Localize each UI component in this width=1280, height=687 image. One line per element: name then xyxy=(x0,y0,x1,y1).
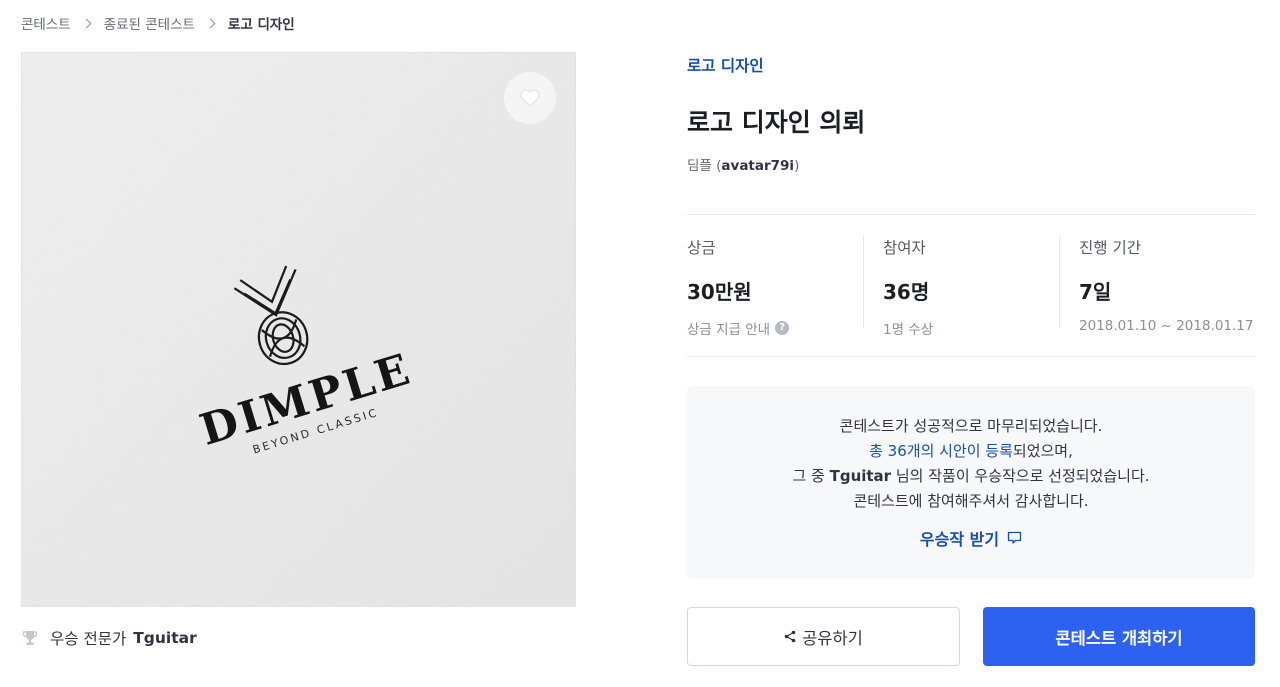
stat-period-dates: 2018.01.10 ~ 2018.01.17 xyxy=(1079,318,1254,334)
result-line: 콘테스트가 성공적으로 마무리되었습니다. xyxy=(839,417,1103,435)
entries-link[interactable]: 총 36개의 시안이 등록 xyxy=(869,442,1013,460)
breadcrumb-current: 로고 디자인 xyxy=(227,17,295,33)
stat-participants-label: 참여자 xyxy=(883,239,926,257)
trophy-icon xyxy=(22,631,38,645)
result-line: 총 36개의 시안이 등록되었으며, xyxy=(687,439,1255,464)
client-info: 딤플 (avatar79i) xyxy=(687,158,800,174)
winner-name[interactable]: Tguitar xyxy=(133,629,197,647)
winning-design-image[interactable]: DIMPLE BEYOND CLASSIC xyxy=(21,52,576,607)
result-text: 그 중 xyxy=(792,467,830,485)
chevron-right-icon xyxy=(205,18,216,28)
result-message: 콘테스트가 성공적으로 마무리되었습니다. 총 36개의 시안이 등록되었으며,… xyxy=(687,414,1255,514)
client-id: avatar79i xyxy=(721,158,795,174)
stat-prize: 상금 30만원 상금 지급 안내 ? xyxy=(687,236,790,338)
divider xyxy=(687,214,1255,215)
stat-participants-value: 36명 xyxy=(883,280,930,304)
receive-winning-work-button[interactable]: 우승작 받기 xyxy=(687,526,1255,550)
contest-category[interactable]: 로고 디자인 xyxy=(687,54,764,76)
client-name: 딤플 xyxy=(687,158,712,174)
prize-payment-guide-label: 상금 지급 안내 xyxy=(687,322,771,338)
stat-participants: 참여자 36명 1명 수상 xyxy=(883,236,933,338)
result-line: 그 중 Tguitar 님의 작품이 우승작으로 선정되었습니다. xyxy=(687,464,1255,489)
chevron-right-icon xyxy=(81,18,92,28)
share-button-label: 공유하기 xyxy=(802,628,863,648)
share-icon xyxy=(784,630,796,643)
stat-period-label: 진행 기간 xyxy=(1079,239,1141,257)
result-text: 님의 작품이 우승작으로 선정되었습니다. xyxy=(891,467,1150,485)
like-button[interactable] xyxy=(504,72,556,124)
winner-info: 우승 전문가 Tguitar xyxy=(22,626,197,650)
contest-title: 로고 디자인 의뢰 xyxy=(687,108,866,137)
result-text: 되었으며, xyxy=(1012,442,1073,460)
receive-winning-work-label: 우승작 받기 xyxy=(919,530,1000,549)
chat-icon xyxy=(1007,531,1022,544)
stat-period: 진행 기간 7일 2018.01.10 ~ 2018.01.17 xyxy=(1079,236,1254,334)
divider xyxy=(863,236,864,328)
logo-mockup-illustration: DIMPLE BEYOND CLASSIC xyxy=(22,53,575,606)
stat-prize-label: 상금 xyxy=(687,239,716,257)
winner-label: 우승 전문가 xyxy=(50,630,127,648)
stat-prize-value: 30만원 xyxy=(687,280,752,304)
breadcrumb-ended-contests[interactable]: 종료된 콘테스트 xyxy=(104,13,195,33)
prize-payment-guide[interactable]: 상금 지급 안내 ? xyxy=(687,318,790,338)
help-icon[interactable]: ? xyxy=(775,321,790,335)
host-contest-button[interactable]: 콘테스트 개최하기 xyxy=(983,607,1255,666)
stat-participants-sub: 1명 수상 xyxy=(883,322,934,338)
breadcrumb: 콘테스트 종료된 콘테스트 로고 디자인 xyxy=(21,13,295,33)
result-line: 콘테스트에 참여해주셔서 감사합니다. xyxy=(853,492,1089,510)
divider xyxy=(687,356,1255,357)
contest-result-box: 콘테스트가 성공적으로 마무리되었습니다. 총 36개의 시안이 등록되었으며,… xyxy=(687,386,1255,579)
stat-period-value: 7일 xyxy=(1079,280,1112,304)
breadcrumb-contest[interactable]: 콘테스트 xyxy=(21,13,71,33)
share-button[interactable]: 공유하기 xyxy=(687,607,960,666)
divider xyxy=(1059,236,1060,328)
heart-icon xyxy=(520,89,540,107)
result-winner-name: Tguitar xyxy=(829,467,892,485)
